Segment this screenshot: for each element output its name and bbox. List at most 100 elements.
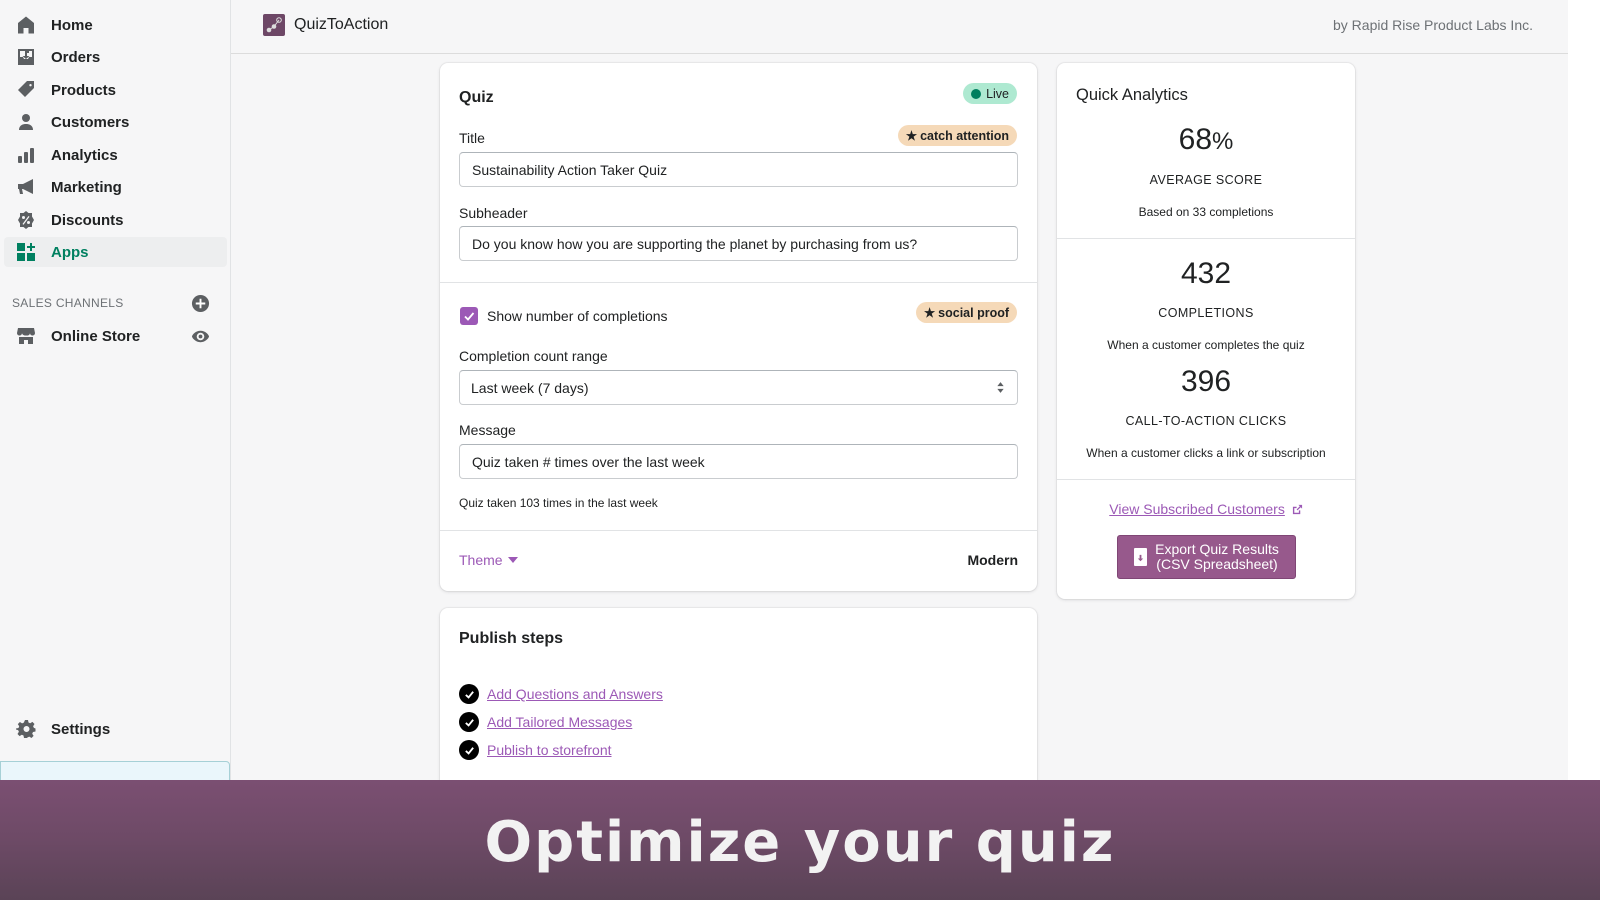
catch-attention-text: catch attention	[920, 128, 1009, 143]
sidebar-item-customers[interactable]: Customers	[4, 107, 227, 137]
show-completions-label: Show number of completions	[487, 308, 668, 324]
sidebar-item-label: Discounts	[51, 211, 124, 229]
export-line-2: (CSV Spreadsheet)	[1156, 556, 1278, 572]
sidebar-item-apps[interactable]: Apps	[4, 237, 227, 267]
sidebar-item-label: Analytics	[51, 146, 118, 164]
file-download-icon	[1134, 548, 1148, 566]
select-arrows-icon	[997, 382, 1004, 393]
apps-icon	[16, 242, 36, 262]
section-divider	[440, 530, 1037, 531]
completions-label: COMPLETIONS	[1158, 306, 1254, 320]
sidebar-item-analytics[interactable]: Analytics	[4, 140, 227, 170]
cta-clicks-label: CALL-TO-ACTION CLICKS	[1125, 414, 1287, 428]
publish-steps-title: Publish steps	[459, 630, 564, 647]
star-icon: ★	[923, 306, 936, 320]
section-divider	[1057, 238, 1355, 239]
theme-value: Modern	[967, 552, 1018, 568]
sidebar-item-marketing[interactable]: Marketing	[4, 172, 227, 202]
cta-clicks-value: 396	[1180, 365, 1232, 398]
live-status-text: Live	[986, 86, 1009, 101]
catch-attention-badge: ★ catch attention	[897, 125, 1017, 146]
sidebar-item-settings[interactable]: Settings	[4, 714, 227, 744]
message-label: Message	[459, 422, 516, 438]
quiz-card-title: Quiz	[459, 89, 494, 106]
export-line-1: Export Quiz Results	[1155, 541, 1279, 557]
add-questions-link[interactable]: Add Questions and Answers	[487, 686, 663, 702]
quiz-card: Quiz Live Title ★ catch attention Subhea…	[440, 63, 1037, 591]
export-results-button[interactable]: Export Quiz Results (CSV Spreadsheet)	[1117, 535, 1296, 579]
tag-icon	[16, 80, 36, 100]
title-input[interactable]	[459, 152, 1018, 187]
sidebar-item-label: Marketing	[51, 178, 122, 196]
store-icon	[16, 326, 36, 346]
completions-value: 432	[1180, 257, 1232, 290]
view-subscribed-customers-link[interactable]: View Subscribed Customers	[1109, 501, 1285, 517]
average-score-value: 68%	[1057, 123, 1355, 157]
plus-circle-icon	[191, 294, 210, 313]
sales-channels-label: SALES CHANNELS	[12, 296, 124, 310]
right-edge-strip	[1568, 0, 1600, 780]
range-selected-value: Last week (7 days)	[471, 379, 589, 396]
section-divider	[440, 282, 1037, 283]
publish-storefront-link[interactable]: Publish to storefront	[487, 742, 612, 758]
section-divider	[1057, 479, 1355, 480]
analytics-title: Quick Analytics	[1076, 86, 1188, 104]
social-proof-badge: ★ social proof	[915, 302, 1017, 323]
subheader-input[interactable]	[459, 226, 1018, 261]
percent-sign: %	[1212, 128, 1234, 155]
publish-step: Add Tailored Messages	[459, 712, 632, 732]
message-input[interactable]	[459, 444, 1018, 479]
sidebar-item-label: Settings	[51, 720, 111, 738]
average-score-label: AVERAGE SCORE	[1149, 173, 1263, 187]
promo-banner: Optimize your quiz	[0, 780, 1600, 900]
cta-clicks-desc: When a customer clicks a link or subscri…	[1086, 446, 1326, 460]
eye-icon	[191, 330, 210, 343]
show-completions-checkbox[interactable]	[460, 307, 478, 325]
sidebar-item-home[interactable]: Home	[4, 10, 227, 40]
completion-range-select[interactable]: Last week (7 days)	[459, 370, 1018, 405]
completions-desc: When a customer completes the quiz	[1107, 338, 1305, 352]
star-icon: ★	[905, 129, 918, 143]
add-messages-link[interactable]: Add Tailored Messages	[487, 714, 632, 730]
theme-label: Theme	[459, 552, 503, 568]
megaphone-icon	[16, 177, 36, 197]
live-status-badge: Live	[963, 83, 1017, 104]
theme-dropdown[interactable]: Theme	[459, 552, 518, 568]
sidebar-item-discounts[interactable]: Discounts	[4, 205, 227, 235]
publish-steps-card: Publish steps Add Questions and Answers …	[440, 608, 1037, 808]
view-store-button[interactable]	[191, 327, 210, 346]
average-score-number: 68	[1178, 123, 1213, 156]
sidebar-item-orders[interactable]: Orders	[4, 42, 227, 72]
export-button-text: Export Quiz Results (CSV Spreadsheet)	[1155, 542, 1279, 572]
title-label: Title	[459, 130, 485, 146]
add-sales-channel-button[interactable]	[191, 294, 210, 313]
caret-down-icon	[507, 557, 518, 563]
app-header: QuizToAction by Rapid Rise Product Labs …	[231, 0, 1568, 54]
sidebar-item-label: Online Store	[51, 327, 141, 345]
checkmark-icon	[464, 312, 475, 321]
average-score-desc: Based on 33 completions	[1138, 205, 1274, 219]
check-circle-icon	[459, 712, 479, 732]
vendor-name: by Rapid Rise Product Labs Inc.	[1333, 17, 1533, 33]
sidebar-item-label: Orders	[51, 48, 101, 66]
quick-analytics-card: Quick Analytics 68% AVERAGE SCORE Based …	[1057, 63, 1355, 599]
publish-step: Add Questions and Answers	[459, 684, 663, 704]
sidebar-item-label: Apps	[51, 243, 89, 261]
message-preview: Quiz taken 103 times in the last week	[459, 496, 658, 510]
check-circle-icon	[459, 740, 479, 760]
sidebar-item-label: Home	[51, 16, 93, 34]
sidebar-item-label: Products	[51, 81, 117, 99]
social-proof-text: social proof	[938, 305, 1009, 320]
sidebar-item-label: Customers	[51, 113, 130, 131]
bar-chart-icon	[16, 145, 36, 165]
app-name: QuizToAction	[294, 16, 389, 33]
sidebar: Home Orders Products Customers Analytics…	[0, 0, 231, 900]
range-label: Completion count range	[459, 348, 608, 364]
gear-icon	[16, 719, 36, 739]
banner-headline: Optimize your quiz	[484, 809, 1116, 875]
view-subscribed-customers: View Subscribed Customers	[1057, 501, 1355, 517]
check-circle-icon	[459, 684, 479, 704]
publish-step: Publish to storefront	[459, 740, 612, 760]
sidebar-item-products[interactable]: Products	[4, 75, 227, 105]
person-icon	[16, 112, 36, 132]
